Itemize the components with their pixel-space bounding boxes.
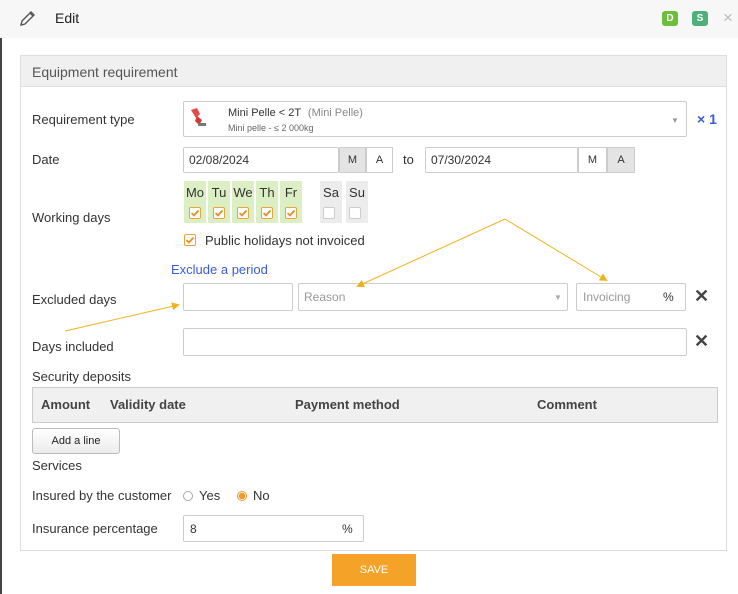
day-checkbox-fr[interactable] bbox=[285, 207, 297, 219]
excluded-days-input[interactable] bbox=[183, 283, 293, 311]
chevron-down-icon[interactable]: ▼ bbox=[554, 293, 562, 302]
requirement-quantity[interactable]: × 1 bbox=[697, 111, 717, 127]
insurance-percentage-input[interactable] bbox=[183, 515, 364, 542]
remove-included-icon[interactable]: ✕ bbox=[694, 332, 709, 350]
dialog-titlebar bbox=[0, 0, 738, 38]
requirement-category: (Mini Pelle) bbox=[307, 107, 363, 119]
date-end-m-button[interactable]: M bbox=[578, 147, 607, 173]
date-start-a-button[interactable]: A bbox=[366, 147, 393, 173]
reason-placeholder: Reason bbox=[304, 290, 346, 304]
days-included-label: Days included bbox=[32, 339, 114, 354]
working-days-label: Working days bbox=[32, 210, 111, 225]
invoicing-placeholder: Invoicing bbox=[583, 290, 631, 304]
badge-d[interactable]: D bbox=[662, 11, 678, 26]
days-included-input[interactable] bbox=[183, 328, 687, 356]
pencil-icon bbox=[18, 8, 38, 28]
insured-yes-radio[interactable] bbox=[183, 491, 193, 501]
column-payment-method: Payment method bbox=[295, 397, 400, 412]
date-end-a-button[interactable]: A bbox=[607, 147, 635, 173]
insured-label: Insured by the customer bbox=[32, 488, 172, 503]
panel-title: Equipment requirement bbox=[32, 64, 178, 80]
day-checkbox-tu[interactable] bbox=[213, 207, 225, 219]
insurance-percentage-unit: % bbox=[342, 522, 353, 536]
day-label-tu: Tu bbox=[211, 185, 227, 200]
day-checkbox-sa[interactable] bbox=[323, 207, 335, 219]
insured-yes-label: Yes bbox=[199, 488, 221, 503]
badge-s[interactable]: S bbox=[692, 11, 708, 26]
exclude-period-link[interactable]: Exclude a period bbox=[171, 262, 268, 277]
insured-no-label: No bbox=[253, 488, 270, 503]
column-comment: Comment bbox=[537, 397, 597, 412]
day-checkbox-th[interactable] bbox=[261, 207, 273, 219]
day-label-fr: Fr bbox=[284, 185, 298, 200]
insurance-percentage-value: 8 bbox=[190, 522, 197, 536]
day-label-su: Su bbox=[349, 185, 365, 200]
column-validity-date: Validity date bbox=[110, 397, 186, 412]
date-start-m-button[interactable]: M bbox=[339, 147, 366, 173]
excluded-days-label: Excluded days bbox=[32, 292, 117, 307]
dialog-title: Edit bbox=[55, 10, 80, 26]
insurance-percentage-label: Insurance percentage bbox=[32, 521, 158, 536]
invoicing-percent: % bbox=[663, 290, 674, 304]
insured-no-radio[interactable] bbox=[237, 491, 247, 501]
requirement-subtitle: Mini pelle - ≤ 2 000kg bbox=[228, 123, 314, 133]
holidays-label: Public holidays not invoiced bbox=[205, 233, 365, 248]
date-start-value: 02/08/2024 bbox=[189, 153, 250, 167]
excavator-icon bbox=[188, 106, 210, 130]
day-label-sa: Sa bbox=[323, 185, 339, 200]
close-icon[interactable]: × bbox=[723, 8, 733, 28]
date-end-value: 07/30/2024 bbox=[431, 153, 492, 167]
add-line-button[interactable]: Add a line bbox=[32, 428, 120, 454]
remove-excluded-icon[interactable]: ✕ bbox=[694, 287, 709, 305]
day-checkbox-we[interactable] bbox=[237, 207, 249, 219]
security-deposits-label: Security deposits bbox=[32, 369, 131, 384]
left-border bbox=[0, 38, 2, 594]
requirement-name: Mini Pelle < 2T bbox=[228, 107, 301, 119]
requirement-type-label: Requirement type bbox=[32, 112, 135, 127]
day-checkbox-mo[interactable] bbox=[189, 207, 201, 219]
date-label: Date bbox=[32, 152, 60, 167]
day-checkbox-su[interactable] bbox=[349, 207, 361, 219]
day-label-we: We bbox=[233, 185, 253, 200]
chevron-down-icon[interactable]: ▼ bbox=[671, 116, 679, 125]
save-button[interactable]: SAVE bbox=[332, 554, 416, 586]
column-amount: Amount bbox=[41, 397, 91, 412]
services-label: Services bbox=[32, 458, 82, 473]
day-label-th: Th bbox=[259, 185, 275, 200]
holidays-checkbox[interactable] bbox=[184, 234, 196, 246]
day-label-mo: Mo bbox=[185, 185, 205, 200]
date-to-label: to bbox=[403, 152, 414, 167]
